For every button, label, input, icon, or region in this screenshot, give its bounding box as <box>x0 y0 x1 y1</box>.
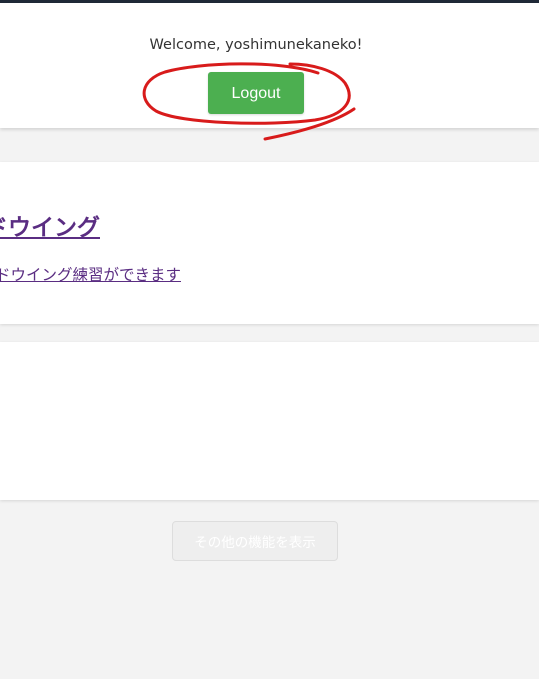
feature-card: ドウイング ドウイング練習ができます <box>0 162 539 324</box>
empty-card <box>0 342 539 500</box>
feature-card-description-link[interactable]: ドウイング練習ができます <box>0 263 181 285</box>
logout-button[interactable]: Logout <box>208 72 304 114</box>
show-more-features-button[interactable]: その他の機能を表示 <box>172 521 338 561</box>
header: Welcome, yoshimunekaneko! Logout <box>0 3 539 128</box>
welcome-message: Welcome, yoshimunekaneko! <box>149 37 363 53</box>
feature-card-title-link[interactable]: ドウイング <box>0 208 100 242</box>
